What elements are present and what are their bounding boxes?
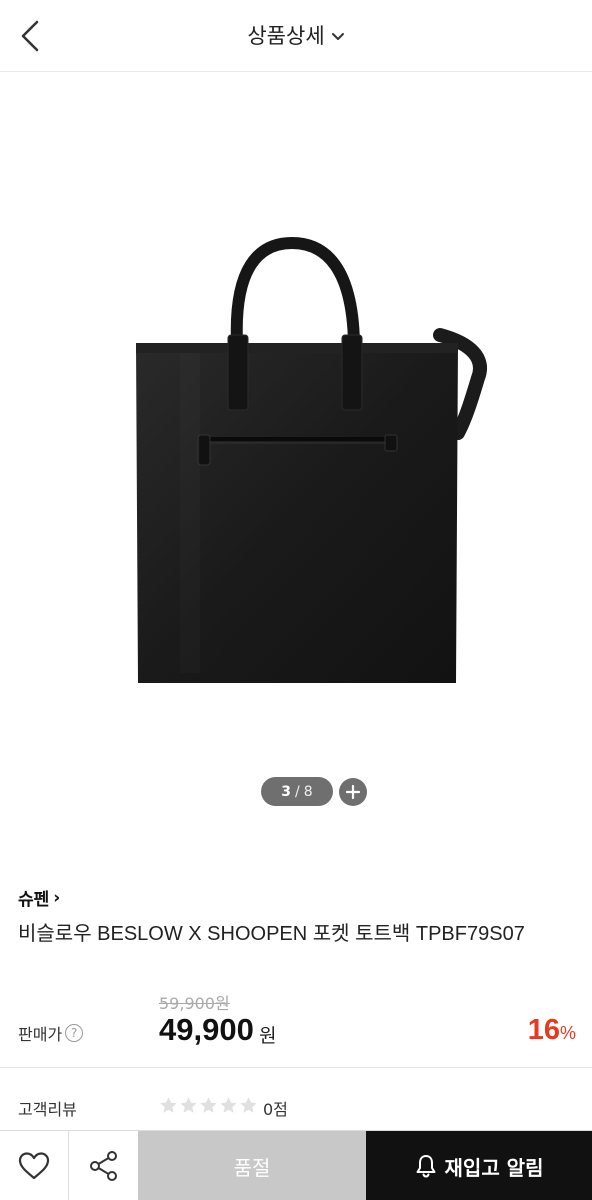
page-title-dropdown[interactable]: 상품상세	[0, 20, 592, 50]
star-icon	[240, 1097, 257, 1113]
share-button[interactable]	[69, 1131, 138, 1200]
heart-icon	[18, 1152, 50, 1180]
help-icon[interactable]: ?	[65, 1024, 84, 1042]
plus-icon	[346, 785, 360, 799]
discount-rate: 16%	[528, 1014, 576, 1047]
price-label: 판매가	[18, 1025, 63, 1044]
original-price: 59,900원	[159, 994, 230, 1013]
brand-link[interactable]: 슈펜 ›	[18, 885, 61, 911]
restock-alert-button[interactable]: 재입고 알림	[366, 1131, 592, 1200]
review-score: 0점	[263, 1100, 288, 1119]
divider	[0, 1067, 592, 1068]
review-label: 고객리뷰	[18, 1100, 77, 1119]
wishlist-button[interactable]	[0, 1131, 69, 1200]
price-label-group: 판매가 ?	[18, 1021, 84, 1045]
share-icon	[89, 1151, 117, 1181]
bottom-action-bar: 품절 재입고 알림	[0, 1130, 592, 1200]
chevron-right-icon: ›	[53, 887, 61, 908]
product-image-gallery[interactable]	[0, 73, 592, 843]
pager-separator: /	[295, 783, 300, 800]
image-pager: 3 / 8	[261, 777, 333, 806]
zoom-button[interactable]	[339, 778, 367, 806]
product-name: 비슬로우 BESLOW X SHOOPEN 포켓 토트백 TPBF79S07	[18, 923, 525, 945]
product-image	[136, 236, 487, 683]
pager-current: 3	[281, 783, 292, 800]
bell-icon	[416, 1155, 436, 1178]
star-icon	[220, 1097, 237, 1113]
discount-unit: %	[559, 1023, 576, 1043]
chevron-down-icon	[331, 33, 344, 40]
sale-price: 49,900	[159, 1012, 254, 1047]
brand-name: 슈펜	[18, 890, 50, 910]
star-icon	[160, 1097, 177, 1113]
page-title: 상품상세	[247, 24, 325, 48]
soldout-button: 품절	[138, 1131, 366, 1200]
pager-total: 8	[303, 783, 313, 800]
price-unit: 원	[259, 1025, 277, 1047]
star-icon	[180, 1097, 197, 1113]
restock-alert-label: 재입고 알림	[444, 1155, 544, 1180]
top-app-bar: 상품상세	[0, 0, 592, 72]
star-icon	[200, 1097, 217, 1113]
review-stars[interactable]	[159, 1096, 258, 1115]
discount-value: 16	[527, 1014, 560, 1046]
